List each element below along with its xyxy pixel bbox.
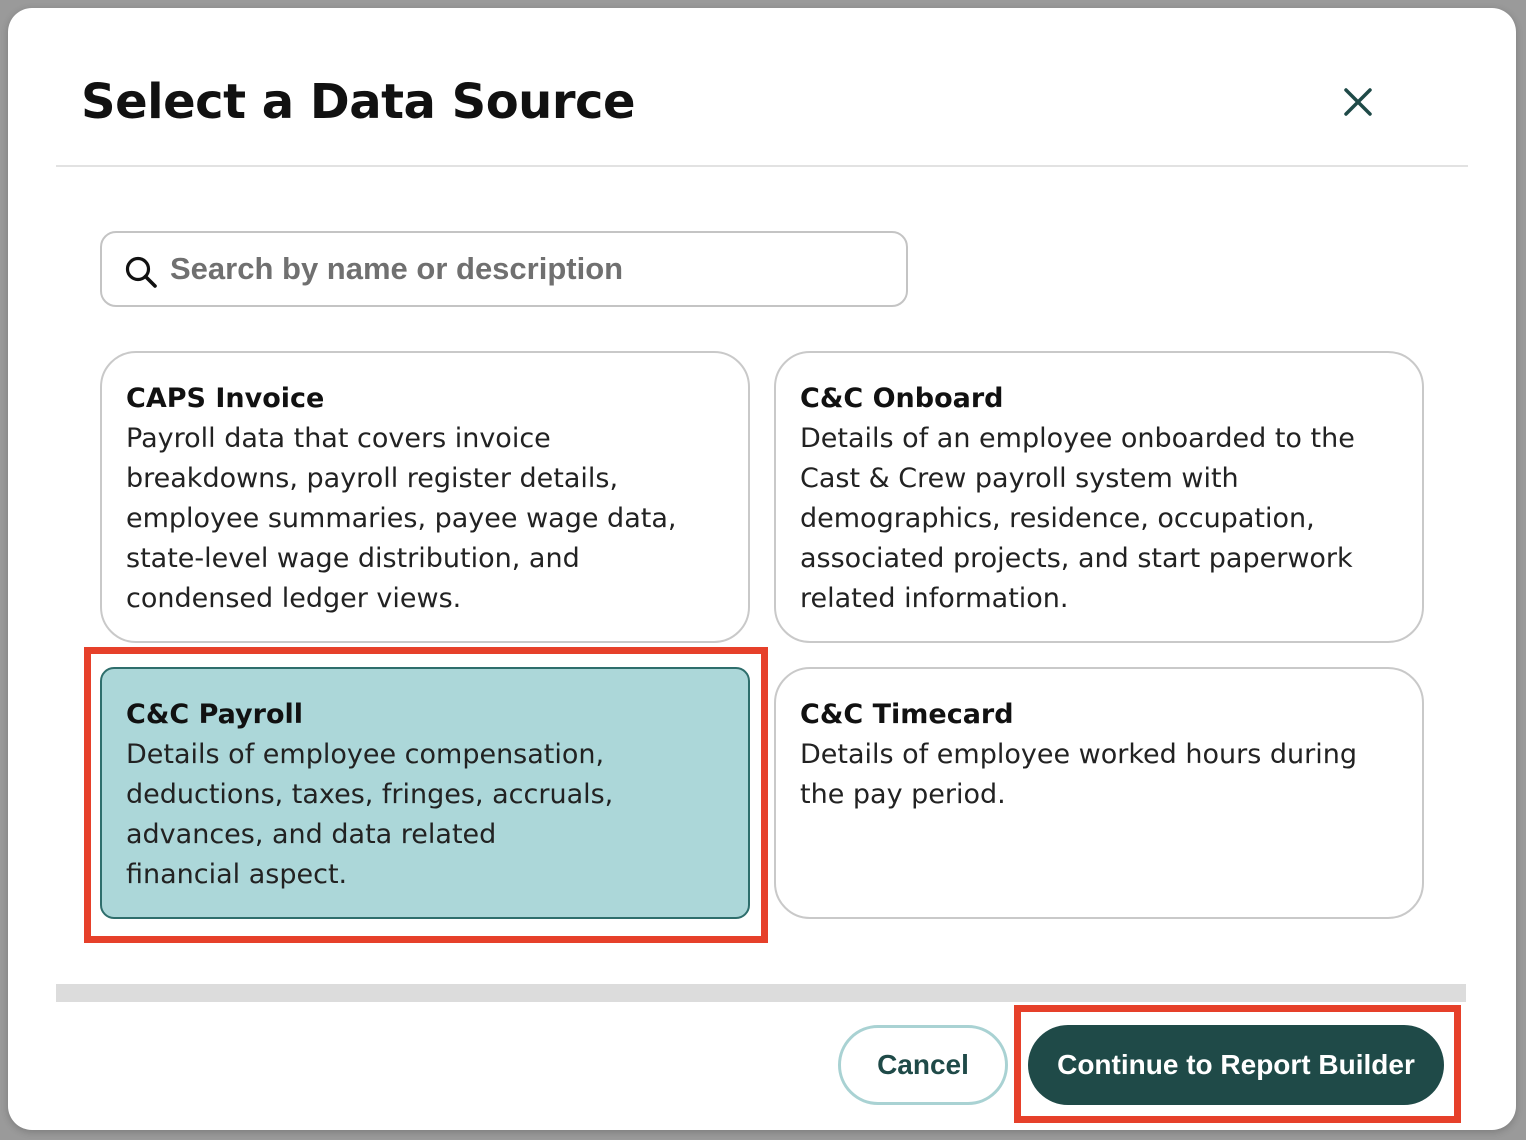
card-description: Details of an employee onboarded to the … <box>800 423 1355 614</box>
horizontal-scrollbar[interactable] <box>56 984 1466 1002</box>
card-description: Payroll data that covers invoice breakdo… <box>126 423 677 614</box>
data-source-card-cc-onboard[interactable]: C&C Onboard Details of an employee onboa… <box>774 351 1424 643</box>
search-field[interactable] <box>100 231 908 307</box>
cancel-button[interactable]: Cancel <box>838 1025 1008 1105</box>
card-description: Details of employee compensation, deduct… <box>126 739 614 890</box>
header-divider <box>56 165 1468 167</box>
data-source-card-cc-payroll[interactable]: C&C Payroll Details of employee compensa… <box>100 667 750 919</box>
close-button[interactable] <box>1334 78 1382 126</box>
data-source-card-caps-invoice[interactable]: CAPS Invoice Payroll data that covers in… <box>100 351 750 643</box>
card-title: CAPS Invoice <box>126 383 325 414</box>
search-icon <box>125 256 157 288</box>
continue-to-report-builder-button[interactable]: Continue to Report Builder <box>1028 1025 1444 1105</box>
search-input[interactable] <box>170 243 890 295</box>
card-description: Details of employee worked hours during … <box>800 739 1357 810</box>
select-data-source-dialog: Select a Data Source CAPS Invoice Payrol… <box>8 8 1516 1130</box>
card-title: C&C Timecard <box>800 699 1014 730</box>
close-icon <box>1344 88 1372 116</box>
data-source-card-cc-timecard[interactable]: C&C Timecard Details of employee worked … <box>774 667 1424 919</box>
card-title: C&C Payroll <box>126 699 304 730</box>
dialog-title: Select a Data Source <box>81 74 636 130</box>
card-title: C&C Onboard <box>800 383 1004 414</box>
